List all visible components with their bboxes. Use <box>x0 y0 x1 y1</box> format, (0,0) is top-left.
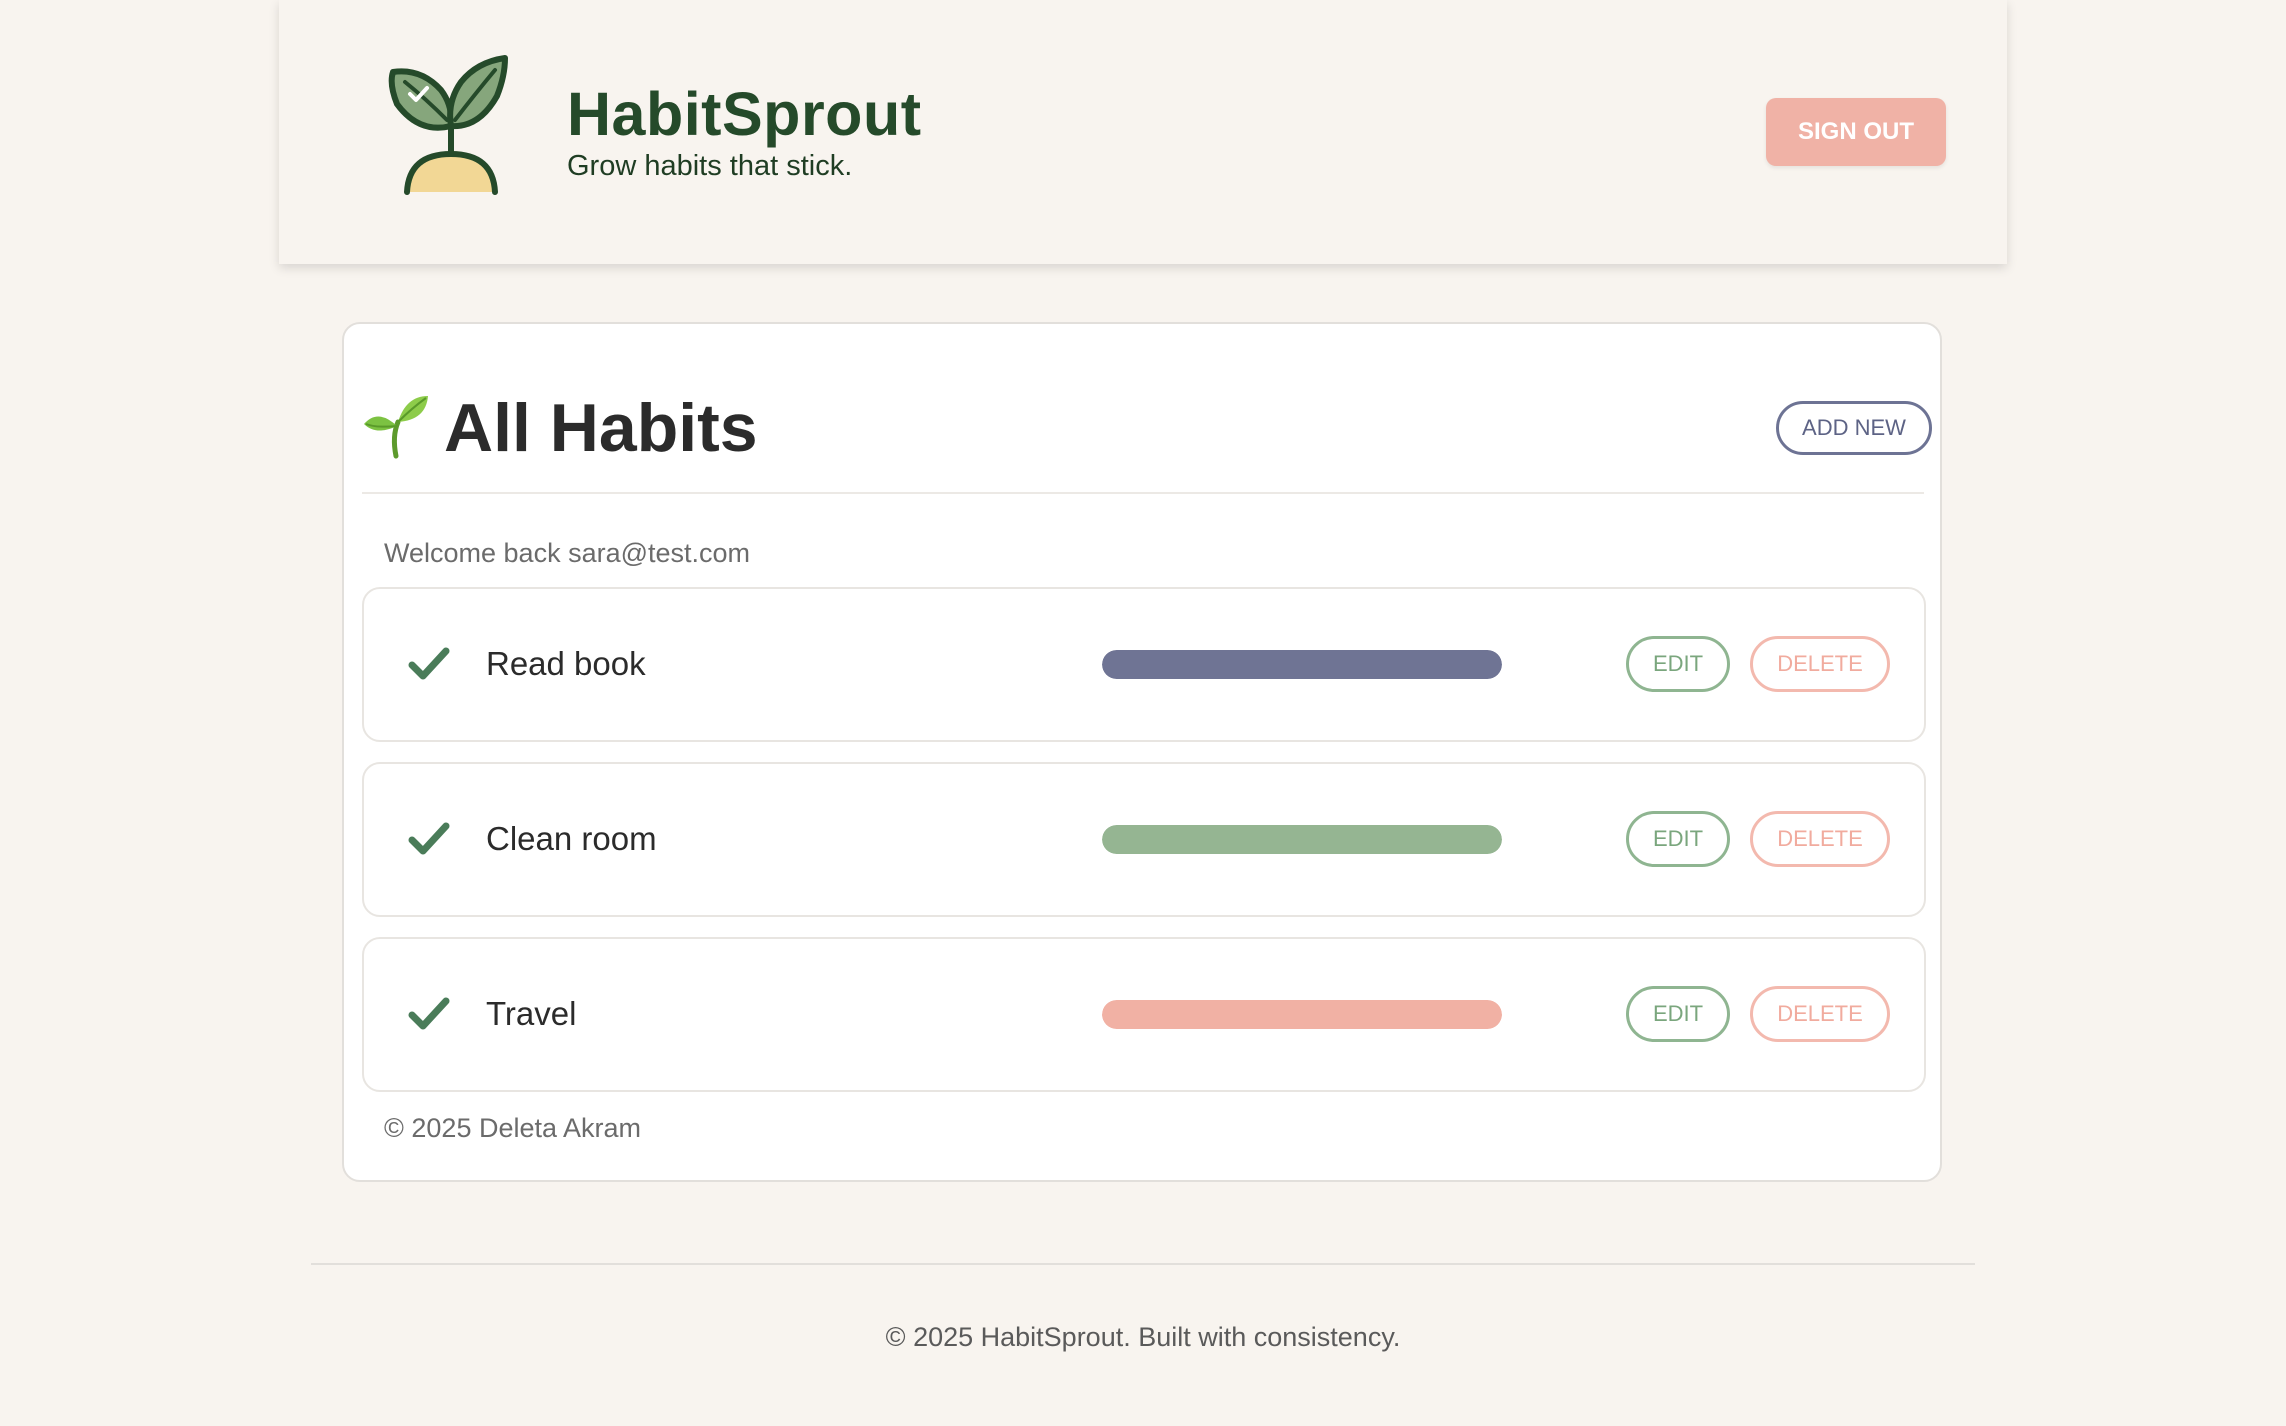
edit-button[interactable]: EDIT <box>1626 986 1730 1042</box>
habit-color-fill <box>1102 825 1502 854</box>
brand-tagline: Grow habits that stick. <box>567 150 853 182</box>
habit-color-bar <box>1102 650 1502 679</box>
app-header: HabitSprout Grow habits that stick. SIGN… <box>279 0 2007 264</box>
habit-color-fill <box>1102 650 1502 679</box>
welcome-message: Welcome back sara@test.com <box>384 538 751 568</box>
habit-color-bar <box>1102 825 1502 854</box>
habit-list: Read book EDIT DELETE Clean room EDIT DE… <box>362 587 1926 1112</box>
habit-row: Travel EDIT DELETE <box>362 937 1926 1092</box>
brand-name: HabitSprout <box>567 80 922 148</box>
card-header: All Habits ADD NEW <box>362 384 1932 494</box>
seedling-emoji-icon <box>364 396 428 459</box>
page-footer: © 2025 HabitSprout. Built with consisten… <box>885 1322 1401 1352</box>
habit-color-bar <box>1102 1000 1502 1029</box>
add-new-button[interactable]: ADD NEW <box>1776 401 1932 455</box>
edit-button[interactable]: EDIT <box>1626 636 1730 692</box>
habits-card: All Habits ADD NEW Welcome back sara@tes… <box>342 322 1942 1182</box>
habit-name: Clean room <box>486 820 657 857</box>
delete-button[interactable]: DELETE <box>1750 811 1890 867</box>
delete-button[interactable]: DELETE <box>1750 986 1890 1042</box>
habit-name: Travel <box>486 995 577 1032</box>
checkmark-icon[interactable] <box>408 996 450 1032</box>
page-title: All Habits <box>444 390 758 466</box>
habit-row: Read book EDIT DELETE <box>362 587 1926 742</box>
footer-divider <box>311 1263 1975 1265</box>
edit-button[interactable]: EDIT <box>1626 811 1730 867</box>
checkmark-icon[interactable] <box>408 646 450 682</box>
habit-row: Clean room EDIT DELETE <box>362 762 1926 917</box>
sign-out-button[interactable]: SIGN OUT <box>1766 98 1946 166</box>
delete-button[interactable]: DELETE <box>1750 636 1890 692</box>
card-footer-copyright: © 2025 Deleta Akram <box>384 1113 642 1143</box>
habit-name: Read book <box>486 645 646 682</box>
checkmark-icon[interactable] <box>408 821 450 857</box>
sprout-logo-icon <box>388 55 508 195</box>
habit-color-fill <box>1102 1000 1502 1029</box>
